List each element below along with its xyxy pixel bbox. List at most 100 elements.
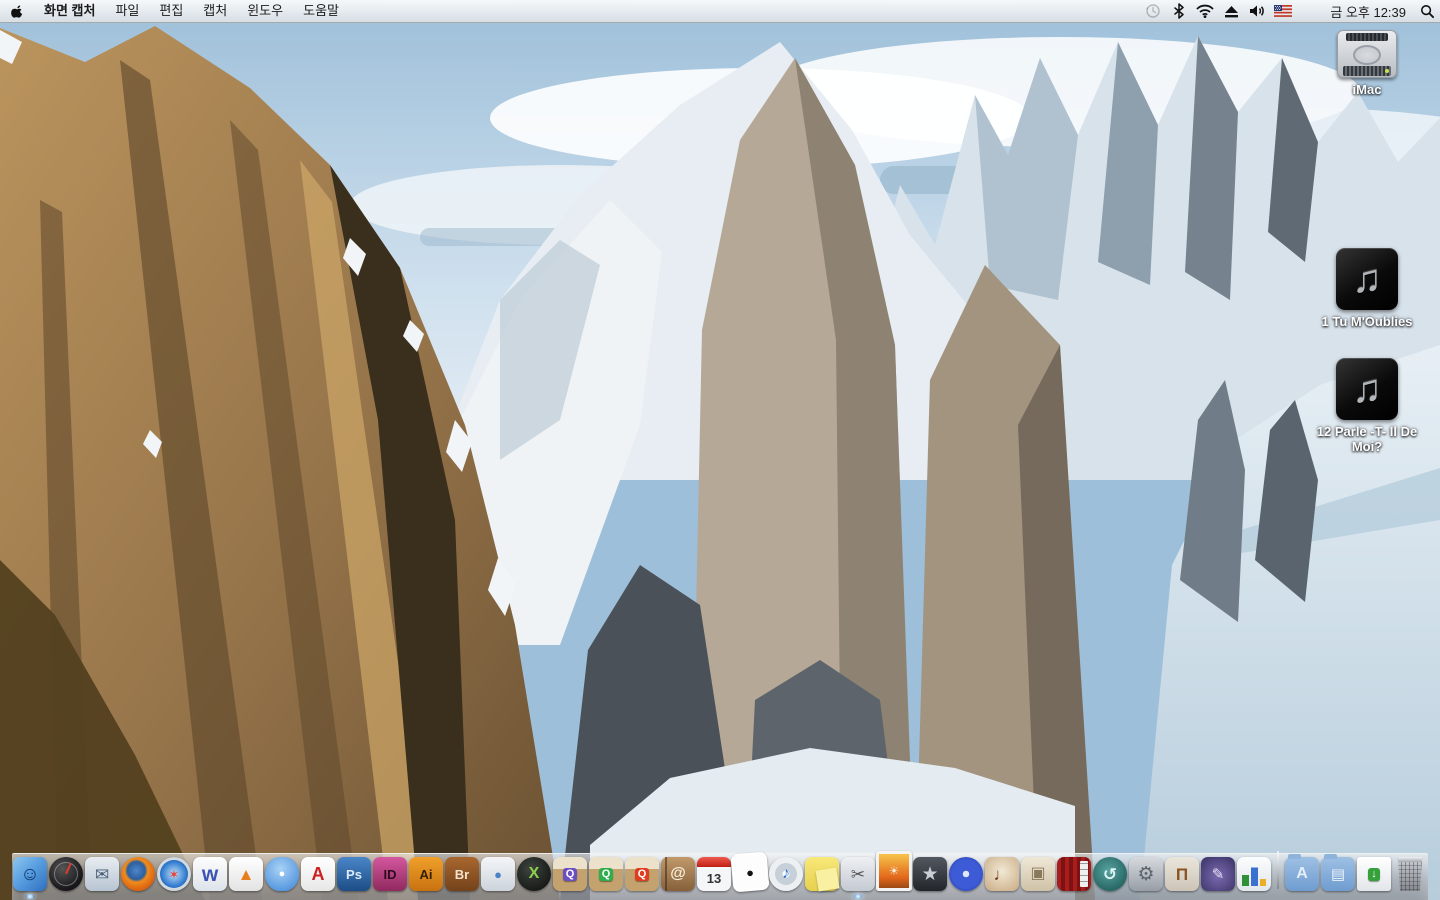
- desktop-icon-audio-file-1[interactable]: ♫ 1 Tu M'Oublies: [1304, 248, 1430, 330]
- mail-icon: ✉: [85, 857, 119, 891]
- dock-item-garageband[interactable]: ♩: [984, 857, 1020, 891]
- audio-file-icon: ♫: [1336, 248, 1398, 310]
- hard-drive-icon: [1337, 30, 1397, 78]
- menu-item-4[interactable]: 윈도우: [237, 0, 293, 22]
- eject-icon[interactable]: [1218, 0, 1244, 22]
- dock-item-trash[interactable]: [1392, 857, 1428, 891]
- dashboard-icon: [49, 857, 83, 891]
- desktop-icon-audio-file-2[interactable]: ♫ 12 Parle -T- Il De Moi?: [1304, 358, 1430, 455]
- dock-item-dashboard[interactable]: [48, 857, 84, 891]
- address-book-icon: @: [661, 857, 695, 891]
- collage-app-icon: ▣: [1021, 857, 1055, 891]
- vlc-icon: ▲: [229, 857, 263, 891]
- desktop-icon-label: 1 Tu M'Oublies: [1322, 315, 1413, 330]
- spotlight-button[interactable]: [1414, 0, 1440, 22]
- dock-item-pages[interactable]: ✎: [1200, 857, 1236, 891]
- dock-item-w-globe-app[interactable]: w: [192, 857, 228, 891]
- dock-item-firefox[interactable]: [120, 857, 156, 891]
- dock-item-iphoto[interactable]: ☀: [876, 851, 912, 891]
- input-source-us-icon[interactable]: [1270, 0, 1296, 22]
- dock-item-illustrator[interactable]: Ai: [408, 857, 444, 891]
- wifi-icon[interactable]: [1192, 0, 1218, 22]
- w-globe-app-icon: w: [193, 857, 227, 891]
- menu-item-1[interactable]: 파일: [105, 0, 149, 22]
- finder-icon: ☺: [13, 857, 47, 891]
- dock-item-toast[interactable]: ●: [480, 857, 516, 891]
- dock-item-acrobat[interactable]: A: [300, 857, 336, 891]
- garageband-icon: ♩: [985, 857, 1019, 891]
- dock-item-mail[interactable]: ✉: [84, 857, 120, 891]
- volume-icon[interactable]: [1244, 0, 1270, 22]
- dock-item-ical[interactable]: 13: [696, 857, 732, 891]
- dock-item-idvd[interactable]: [948, 857, 984, 891]
- dock-item-documents-folder[interactable]: ▤: [1320, 857, 1356, 891]
- menu-item-3[interactable]: 캡처: [193, 0, 237, 22]
- dock-item-package-q-red[interactable]: Q: [624, 857, 660, 891]
- dock-item-downloads[interactable]: ↓: [1356, 857, 1392, 891]
- imovie-icon: ★: [913, 857, 947, 891]
- itunes-icon: ♪: [769, 857, 803, 891]
- dock-item-numbers[interactable]: [1236, 857, 1272, 891]
- dock-item-stickies[interactable]: [804, 857, 840, 891]
- dock-item-finder[interactable]: ☺: [12, 857, 48, 891]
- numbers-icon: [1237, 857, 1271, 891]
- desktop-icon-label: iMac: [1353, 83, 1382, 98]
- apple-logo-icon: [11, 4, 24, 19]
- acrobat-icon: A: [301, 857, 335, 891]
- dock-item-vlc[interactable]: ▲: [228, 857, 264, 891]
- dock-item-system-preferences[interactable]: ⚙: [1128, 857, 1164, 891]
- grab-running-indicator: [853, 894, 863, 899]
- dock-item-bridge[interactable]: Br: [444, 857, 480, 891]
- dock-item-time-machine[interactable]: ↺: [1092, 857, 1128, 891]
- spotlight-icon[interactable]: [1296, 0, 1322, 22]
- dock-item-grab[interactable]: ✂: [840, 857, 876, 891]
- time-machine-icon[interactable]: [1140, 0, 1166, 22]
- package-q-red-icon: Q: [625, 857, 659, 891]
- dock-item-applications-folder[interactable]: A: [1284, 857, 1320, 891]
- dock-item-itunes[interactable]: ♪: [768, 857, 804, 891]
- downloads-icon: ↓: [1357, 857, 1391, 891]
- dock-item-package-q-purple[interactable]: Q: [552, 857, 588, 891]
- dock-item-ichat[interactable]: ●: [264, 857, 300, 891]
- dock: ☺✉✶w▲●APsIDAiBr●XQQQ@13●♪✂☀★♩▣↺⚙Π✎A▤↓: [0, 844, 1440, 900]
- ichat-icon: ●: [265, 857, 299, 891]
- dock-item-indesign[interactable]: ID: [372, 857, 408, 891]
- dock-item-photo-booth[interactable]: [1056, 857, 1092, 891]
- dock-item-keynote[interactable]: Π: [1164, 857, 1200, 891]
- dock-item-package-q-green[interactable]: Q: [588, 857, 624, 891]
- desktop-icon-label: 12 Parle -T- Il De Moi?: [1307, 425, 1427, 455]
- menu-item-0[interactable]: 화면 캡처: [34, 0, 105, 22]
- keynote-icon: Π: [1165, 857, 1199, 891]
- dock-separator: [1277, 851, 1279, 889]
- desktop-screen: 화면 캡처파일편집캡처윈도우도움말 금 오후 12:39: [0, 0, 1440, 900]
- menu-item-2[interactable]: 편집: [149, 0, 193, 22]
- dock-icons: ☺✉✶w▲●APsIDAiBr●XQQQ@13●♪✂☀★♩▣↺⚙Π✎A▤↓: [8, 851, 1432, 900]
- desktop-icon-imac-hard-drive[interactable]: iMac: [1304, 30, 1430, 98]
- dock-item-address-book[interactable]: @: [660, 857, 696, 891]
- status-icons: [1140, 0, 1322, 22]
- apple-menu[interactable]: [0, 0, 34, 22]
- applications-folder-icon: A: [1285, 857, 1319, 891]
- photo-booth-icon: [1057, 857, 1091, 891]
- trash-icon: [1393, 857, 1427, 891]
- menu-item-5[interactable]: 도움말: [293, 0, 349, 22]
- audio-file-icon: ♫: [1336, 358, 1398, 420]
- time-machine-icon: ↺: [1093, 857, 1127, 891]
- dock-item-photoshop[interactable]: Ps: [336, 857, 372, 891]
- dock-item-divx[interactable]: X: [516, 857, 552, 891]
- ical-icon: 13: [697, 857, 731, 891]
- spotlight-icon: [1420, 4, 1435, 19]
- firefox-icon: [121, 857, 155, 891]
- toast-icon: ●: [481, 857, 515, 891]
- dock-item-photo-8ball-app[interactable]: ●: [732, 853, 768, 891]
- pages-icon: ✎: [1201, 857, 1235, 891]
- dock-item-imovie[interactable]: ★: [912, 857, 948, 891]
- dock-item-safari[interactable]: ✶: [156, 857, 192, 891]
- dock-item-collage-app[interactable]: ▣: [1020, 857, 1056, 891]
- system-preferences-icon: ⚙: [1129, 857, 1163, 891]
- menu-clock[interactable]: 금 오후 12:39: [1322, 2, 1414, 21]
- bluetooth-icon[interactable]: [1166, 0, 1192, 22]
- menu-items: 화면 캡처파일편집캡처윈도우도움말: [34, 0, 349, 22]
- idvd-icon: [949, 857, 983, 891]
- photoshop-icon: Ps: [337, 857, 371, 891]
